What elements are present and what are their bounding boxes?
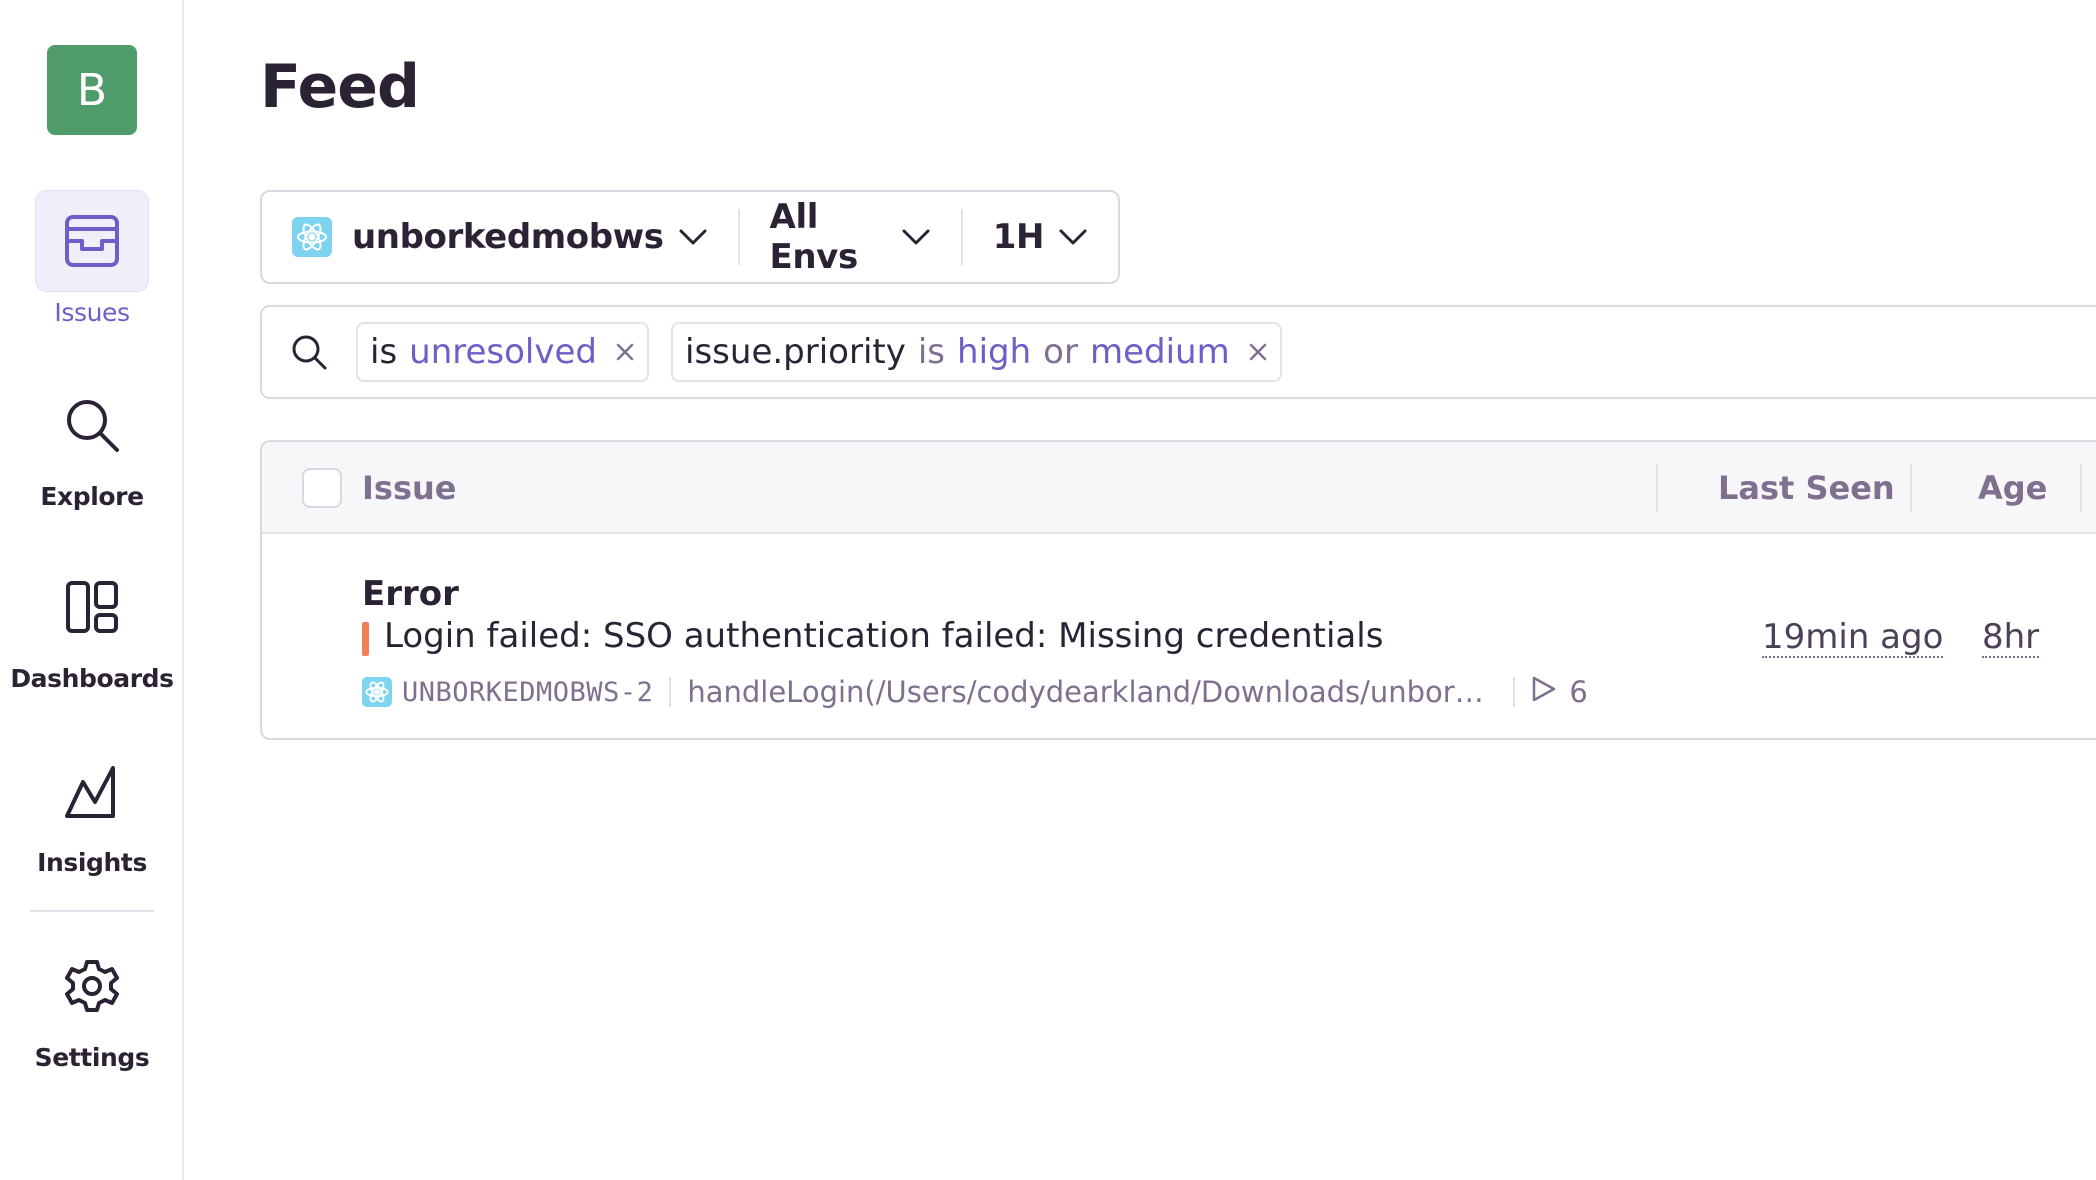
token-joiner: or	[1043, 332, 1078, 372]
issues-table: Issue Last Seen Age Error Login failed: …	[260, 440, 2096, 740]
sidebar-item-label: Explore	[40, 482, 144, 511]
token-value[interactable]: unresolved	[409, 332, 597, 372]
issue-search-bar[interactable]: is unresolved issue.priority is high or …	[260, 305, 2096, 399]
sidebar-item-dashboards[interactable]: Dashboards	[0, 556, 184, 693]
last-seen-time[interactable]: 19min ago	[1762, 618, 1944, 658]
priority-indicator	[362, 622, 369, 656]
sidebar-item-insights[interactable]: Insights	[0, 740, 184, 877]
app-root: B Issues Explore Dashboards Insights Set…	[0, 0, 2096, 1180]
age-time[interactable]: 8hr	[1982, 618, 2040, 658]
sidebar-item-settings[interactable]: Settings	[0, 935, 184, 1072]
issues-inbox-icon	[35, 190, 149, 292]
gear-icon	[35, 935, 149, 1037]
search-token-status[interactable]: is unresolved	[356, 322, 650, 382]
time-range-selector[interactable]: 1H	[960, 209, 1118, 265]
sidebar-item-label: Settings	[34, 1043, 150, 1072]
search-token-priority[interactable]: issue.priority is high or medium	[671, 322, 1282, 382]
environment-selector-label: All Envs	[769, 197, 859, 277]
chevron-down-icon	[1058, 227, 1088, 247]
meta-divider	[669, 677, 672, 707]
dashboards-icon	[35, 556, 149, 658]
issue-short-id[interactable]: UNBORKEDMOBWS-2	[402, 677, 653, 708]
replay-count: 6	[1569, 675, 1588, 709]
issue-culprit: handleLogin(/Users/codydearkland/Downloa…	[687, 675, 1498, 709]
token-value[interactable]: medium	[1090, 332, 1230, 372]
time-range-selector-label: 1H	[992, 217, 1045, 257]
column-header-age[interactable]: Age	[1978, 442, 2047, 534]
sidebar-item-explore[interactable]: Explore	[0, 374, 184, 511]
org-avatar[interactable]: B	[47, 45, 137, 135]
environment-selector[interactable]: All Envs	[737, 197, 961, 277]
token-key[interactable]: issue.priority	[685, 332, 906, 372]
table-row[interactable]: Error Login failed: SSO authentication f…	[262, 536, 2096, 738]
token-operator: is	[370, 332, 398, 372]
project-selector[interactable]: unborkedmobws	[262, 192, 738, 282]
close-icon[interactable]	[615, 342, 635, 362]
sidebar: B Issues Explore Dashboards Insights Set…	[0, 0, 184, 1180]
page-filter-bar: unborkedmobws All Envs 1H	[260, 190, 1120, 284]
column-divider	[1656, 464, 1658, 512]
chevron-down-icon	[901, 227, 931, 247]
insights-graph-icon	[35, 740, 149, 842]
column-header-issue: Issue	[362, 469, 457, 507]
search-icon	[35, 374, 149, 476]
issue-type[interactable]: Error	[362, 574, 459, 614]
token-operator[interactable]: is	[918, 332, 945, 372]
sidebar-item-label: Dashboards	[10, 664, 174, 693]
page-title: Feed	[260, 52, 420, 122]
sidebar-item-label: Insights	[37, 848, 147, 877]
column-header-last-seen[interactable]: Last Seen	[1718, 442, 1895, 534]
sidebar-divider	[30, 910, 154, 912]
search-icon	[290, 333, 328, 371]
sidebar-item-label: Issues	[54, 298, 130, 327]
select-all-checkbox[interactable]	[302, 468, 342, 508]
column-divider	[1910, 464, 1912, 512]
issue-message[interactable]: Login failed: SSO authentication failed:…	[384, 616, 1383, 656]
chevron-down-icon	[678, 227, 708, 247]
project-selector-label: unborkedmobws	[352, 217, 664, 257]
table-header: Issue Last Seen Age	[262, 442, 2096, 534]
column-divider	[2080, 464, 2082, 512]
sidebar-item-issues[interactable]: Issues	[0, 190, 184, 327]
meta-divider	[1513, 677, 1516, 707]
replays-link[interactable]: 6	[1531, 675, 1588, 710]
issue-meta: UNBORKEDMOBWS-2 handleLogin(/Users/codyd…	[362, 672, 1588, 712]
play-icon	[1531, 675, 1557, 710]
close-icon[interactable]	[1248, 342, 1268, 362]
react-icon	[362, 677, 392, 707]
main-content: Feed unborkedmobws All Envs 1H is unreso…	[186, 0, 2096, 1180]
token-value[interactable]: high	[957, 332, 1031, 372]
react-icon	[292, 217, 332, 257]
